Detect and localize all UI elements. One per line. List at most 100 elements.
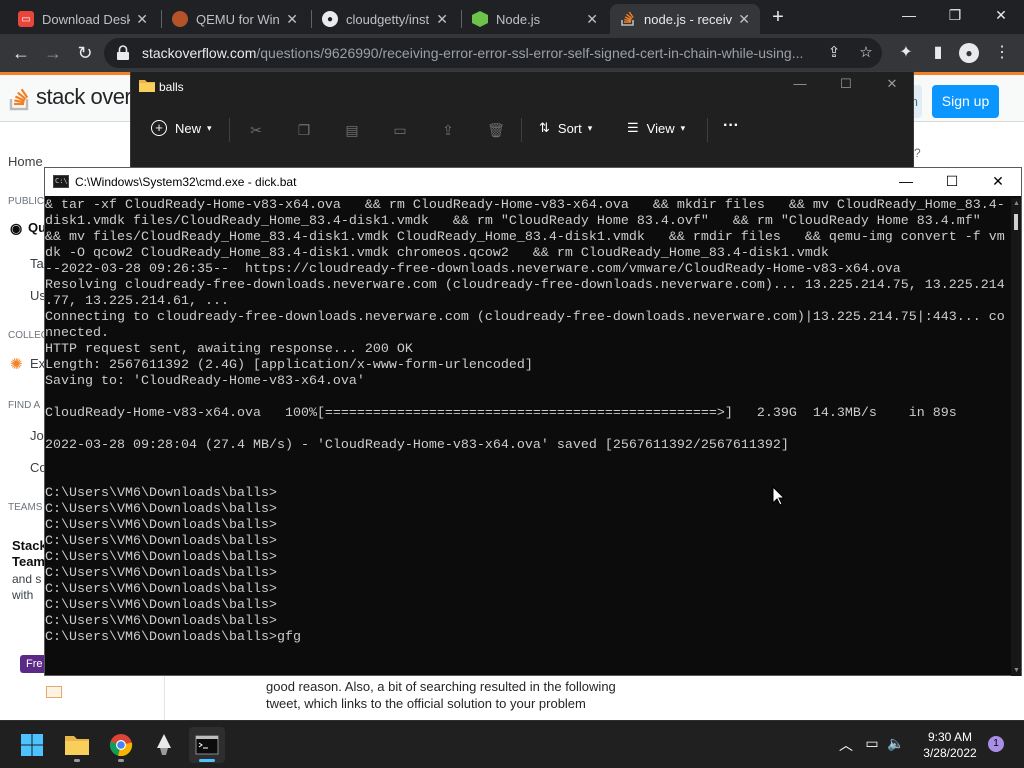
taskbar-command-prompt[interactable] bbox=[189, 727, 225, 763]
console-output[interactable]: & tar -xf CloudReady-Home-v83-x64.ova &&… bbox=[45, 198, 1009, 676]
tab-download-desktop[interactable]: ▭ Download Desk ✕ bbox=[8, 4, 158, 34]
scroll-up-icon[interactable]: ▲ bbox=[1013, 200, 1020, 207]
network-icon[interactable]: ▭ bbox=[862, 735, 882, 752]
cmd-minimize-button[interactable]: — bbox=[883, 168, 929, 196]
explorer-close-button[interactable]: ✕ bbox=[877, 76, 907, 96]
globe-icon: ◉ bbox=[10, 220, 23, 236]
sidebar-explore-collectives[interactable]: ✺ Ex bbox=[8, 356, 45, 373]
new-button[interactable]: + New ▾ bbox=[151, 120, 212, 136]
sidebar-tags[interactable]: Ta bbox=[30, 256, 44, 271]
tab-qemu[interactable]: QEMU for Wind ✕ bbox=[162, 4, 308, 34]
teams-promo-title-2: Team bbox=[12, 554, 45, 569]
cut-icon[interactable]: ✂ bbox=[247, 121, 265, 139]
so-left-sidebar: Home PUBLIC ◉ Qu Ta Us COLLEC ✺ Ex FIND … bbox=[0, 122, 48, 720]
taskbar-file-explorer[interactable] bbox=[59, 727, 95, 763]
bookmark-star-icon[interactable]: ☆ bbox=[856, 43, 876, 63]
close-tab-icon[interactable]: ✕ bbox=[436, 11, 448, 28]
close-tab-icon[interactable]: ✕ bbox=[586, 11, 598, 28]
taskbar-inkscape[interactable] bbox=[146, 727, 182, 763]
delete-icon[interactable]: 🗑 bbox=[487, 121, 505, 139]
profile-avatar-icon[interactable]: ● bbox=[959, 43, 979, 63]
close-tab-icon[interactable]: ✕ bbox=[286, 11, 298, 28]
chrome-minimize-button[interactable]: — bbox=[886, 0, 932, 32]
file-explorer-window: balls — ☐ ✕ + New ▾ ✂ ❐ ▤ ▭ ⇪ 🗑 ⇅ Sort ▾… bbox=[130, 71, 914, 171]
chrome-close-button[interactable]: ✕ bbox=[978, 0, 1024, 32]
show-hidden-icons-chevron-icon[interactable]: ︿ bbox=[836, 735, 856, 755]
close-tab-icon[interactable]: ✕ bbox=[136, 11, 148, 28]
view-button[interactable]: ☰ View ▾ bbox=[627, 120, 685, 136]
teams-promo-text-2: with bbox=[12, 588, 34, 602]
view-list-icon: ☰ bbox=[627, 120, 639, 135]
extensions-puzzle-icon[interactable]: ✦ bbox=[895, 42, 917, 64]
clock-time: 9:30 AM bbox=[927, 730, 973, 744]
cmd-title-bar[interactable]: C:\ C:\Windows\System32\cmd.exe - dick.b… bbox=[45, 168, 1021, 196]
download-favicon-icon: ▭ bbox=[18, 11, 34, 27]
cmd-window: C:\ C:\Windows\System32\cmd.exe - dick.b… bbox=[44, 167, 1022, 676]
start-button[interactable] bbox=[14, 727, 50, 763]
new-label: New bbox=[175, 120, 202, 136]
cmd-maximize-button[interactable]: ☐ bbox=[929, 168, 975, 196]
taskbar-chrome[interactable] bbox=[103, 727, 139, 763]
github-favicon-icon: ● bbox=[322, 11, 338, 27]
sidebar-jobs[interactable]: Jo bbox=[30, 428, 44, 443]
explorer-maximize-button[interactable]: ☐ bbox=[831, 76, 861, 96]
running-indicator bbox=[199, 759, 215, 762]
sidebar-heading-public: PUBLIC bbox=[8, 196, 45, 207]
inkscape-icon bbox=[157, 734, 171, 755]
sidebar-questions[interactable]: ◉ Qu bbox=[8, 220, 46, 236]
lock-icon[interactable] bbox=[116, 45, 130, 61]
notification-badge[interactable]: 1 bbox=[988, 736, 1004, 752]
tab-title: cloudgetty/inst bbox=[346, 11, 430, 27]
scroll-thumb[interactable] bbox=[1014, 214, 1018, 230]
tab-stackoverflow-active[interactable]: node.js - receivi ✕ bbox=[610, 4, 760, 34]
scroll-down-icon[interactable]: ▼ bbox=[1013, 667, 1020, 674]
url-path: /questions/9626990/receiving-error-error… bbox=[256, 45, 804, 61]
url-host: stackoverflow.com bbox=[142, 45, 257, 61]
chevron-down-icon: ▾ bbox=[680, 122, 686, 133]
help-question-mark: ? bbox=[914, 146, 921, 160]
sort-button[interactable]: ⇅ Sort ▾ bbox=[539, 120, 592, 136]
chevron-down-icon: ▾ bbox=[587, 122, 593, 133]
sidebar-heading-teams: TEAMS bbox=[8, 502, 43, 513]
sort-icon: ⇅ bbox=[539, 120, 550, 135]
browser-tab-strip: ▭ Download Desk ✕ QEMU for Wind ✕ ● clou… bbox=[0, 0, 1024, 34]
share-icon[interactable]: ⇪ bbox=[439, 121, 457, 139]
rename-icon[interactable]: ▭ bbox=[391, 121, 409, 139]
command-separator bbox=[229, 118, 230, 142]
console-text: & tar -xf CloudReady-Home-v83-x64.ova &&… bbox=[45, 198, 1005, 645]
cmd-scrollbar[interactable]: ▲ ▼ bbox=[1011, 198, 1021, 676]
chrome-menu-icon[interactable]: ⋮ bbox=[991, 42, 1013, 64]
new-tab-button[interactable]: + bbox=[767, 6, 789, 28]
tab-nodejs[interactable]: Node.js ✕ bbox=[462, 4, 608, 34]
forward-button[interactable]: → bbox=[40, 40, 66, 66]
explorer-title-bar[interactable]: balls — ☐ ✕ bbox=[131, 72, 913, 102]
nodejs-favicon-icon bbox=[472, 11, 488, 27]
side-panel-icon[interactable]: ▮ bbox=[927, 42, 949, 64]
teams-free-button[interactable]: Fre bbox=[20, 655, 46, 673]
url-text: stackoverflow.com/questions/9626990/rece… bbox=[142, 45, 812, 61]
tab-title: node.js - receivi bbox=[644, 11, 733, 27]
explorer-minimize-button[interactable]: — bbox=[785, 76, 815, 96]
copy-icon[interactable]: ❐ bbox=[295, 121, 313, 139]
paste-icon[interactable]: ▤ bbox=[343, 121, 361, 139]
volume-icon[interactable]: 🔈 bbox=[886, 735, 906, 752]
cmd-close-button[interactable]: ✕ bbox=[975, 168, 1021, 196]
share-icon[interactable]: ⇪ bbox=[824, 43, 844, 63]
sidebar-home[interactable]: Home bbox=[8, 154, 43, 169]
signup-button[interactable]: Sign up bbox=[932, 85, 999, 118]
mouse-cursor-icon bbox=[772, 486, 786, 506]
comment-icon[interactable] bbox=[46, 686, 62, 698]
explorer-command-bar: + New ▾ ✂ ❐ ▤ ▭ ⇪ 🗑 ⇅ Sort ▾ ☰ View ▾ ··… bbox=[131, 110, 913, 150]
close-tab-icon[interactable]: ✕ bbox=[738, 11, 750, 28]
running-indicator bbox=[74, 759, 80, 762]
reload-button[interactable]: ↻ bbox=[72, 40, 98, 66]
system-clock[interactable]: 9:30 AM 3/28/2022 bbox=[918, 729, 982, 761]
sidebar-heading-find: FIND A bbox=[8, 400, 41, 411]
tab-github-cloudgetty[interactable]: ● cloudgetty/inst ✕ bbox=[312, 4, 458, 34]
more-options-button[interactable]: ··· bbox=[723, 117, 739, 135]
collectives-icon: ✺ bbox=[10, 356, 23, 373]
back-button[interactable]: ← bbox=[8, 40, 34, 66]
teams-promo-text-1: and s bbox=[12, 572, 42, 586]
chrome-restore-button[interactable]: ❐ bbox=[932, 0, 978, 32]
address-bar[interactable]: stackoverflow.com/questions/9626990/rece… bbox=[104, 38, 882, 68]
